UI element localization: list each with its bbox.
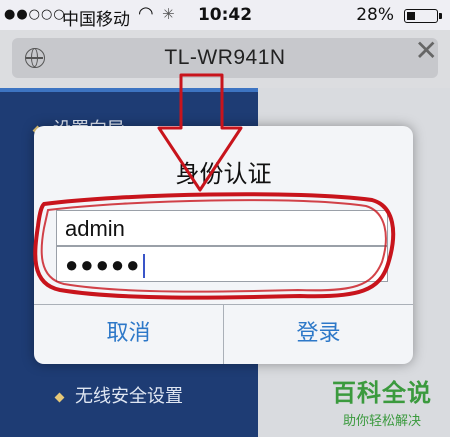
watermark-title: 百科全说 (332, 379, 432, 407)
username-value: admin (65, 216, 125, 241)
watermark: 百科全说 助你轻松解决 (322, 373, 442, 429)
cancel-button[interactable]: 取消 (34, 304, 223, 364)
status-bar: ●●○○○ 中国移动 ◠ ✳ 10:42 28% (0, 0, 450, 30)
battery-icon (404, 9, 442, 23)
auth-dialog: 身份认证 admin ●●●●● 取消 登录 (34, 126, 413, 364)
username-input[interactable]: admin (56, 210, 388, 246)
bullet-icon (54, 392, 65, 402)
close-icon[interactable]: ✕ (415, 34, 438, 67)
page-url: TL-WR941N (164, 46, 286, 69)
battery-percent: 28% (356, 5, 394, 25)
address-bar[interactable]: TL-WR941N (12, 38, 438, 78)
password-value: ●●●●● (65, 252, 142, 277)
dialog-title: 身份认证 (175, 160, 272, 188)
browser-toolbar: TL-WR941N ✕ (0, 30, 450, 88)
watermark-subtitle: 助你轻松解决 (342, 414, 421, 429)
text-cursor (143, 254, 146, 279)
menu-item-wireless-security[interactable]: 无线安全设置 (54, 382, 183, 408)
login-button[interactable]: 登录 (224, 304, 413, 364)
password-input[interactable]: ●●●●● (56, 246, 388, 282)
